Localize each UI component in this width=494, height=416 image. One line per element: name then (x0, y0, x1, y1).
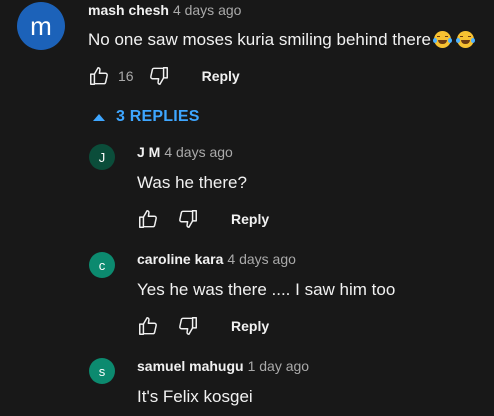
avatar-letter: J (98, 149, 106, 165)
like-count: 16 (118, 68, 134, 84)
dislike-button[interactable] (175, 314, 201, 338)
avatar[interactable]: J (89, 144, 115, 170)
comment-text-body: No one saw moses kuria smiling behind th… (88, 30, 432, 49)
replies-toggle[interactable]: 3 REPLIES (92, 108, 200, 126)
comment-header: samuel mahugu 1 day ago (137, 358, 309, 374)
thumbs-down-icon (149, 67, 168, 85)
like-button[interactable] (135, 207, 161, 231)
avatar[interactable]: s (89, 358, 115, 384)
comment-time[interactable]: 4 days ago (173, 2, 242, 18)
author-name[interactable]: samuel mahugu (137, 358, 244, 374)
avatar[interactable]: c (89, 252, 115, 278)
thumbs-up-icon (139, 317, 157, 335)
comment-time[interactable]: 1 day ago (248, 358, 310, 374)
thumbs-up-icon (139, 210, 157, 228)
comment-text: It's Felix kosgei (137, 387, 253, 406)
author-name[interactable]: J M (137, 144, 160, 160)
joy-emoji-icon (433, 31, 453, 48)
comment-header: J M4 days ago (137, 144, 233, 160)
thumbs-down-icon (179, 317, 197, 335)
like-button[interactable] (135, 314, 161, 338)
comment-time[interactable]: 4 days ago (164, 144, 233, 160)
replies-toggle-label: 3 REPLIES (116, 108, 200, 125)
thumbs-up-icon (90, 67, 108, 85)
comment-header: caroline kara 4 days ago (137, 251, 296, 267)
thumbs-down-icon (179, 210, 197, 228)
dislike-button[interactable] (175, 207, 201, 231)
comment-time[interactable]: 4 days ago (227, 251, 296, 267)
caret-up-icon (93, 114, 105, 121)
author-name[interactable]: mash chesh (88, 2, 169, 18)
comment-text: Yes he was there .... I saw him too (137, 280, 396, 299)
comment-header: mash chesh 4 days ago (88, 2, 241, 18)
reply-button[interactable]: Reply (231, 211, 269, 227)
avatar-letter: c (98, 257, 106, 273)
comment-text: No one saw moses kuria smiling behind th… (88, 30, 476, 50)
avatar-letter: s (98, 363, 106, 379)
reply-button[interactable]: Reply (202, 68, 240, 84)
comment-actions: Reply (135, 314, 269, 338)
avatar[interactable]: m (17, 2, 65, 50)
comment-text: Was he there? (137, 173, 247, 192)
dislike-button[interactable] (146, 64, 172, 88)
like-button[interactable] (86, 64, 112, 88)
avatar-letter: m (30, 10, 52, 41)
comment-actions: 16 Reply (86, 64, 240, 88)
joy-emoji-icon (456, 31, 476, 48)
comment-actions: Reply (135, 207, 269, 231)
author-name[interactable]: caroline kara (137, 251, 223, 267)
reply-button[interactable]: Reply (231, 318, 269, 334)
